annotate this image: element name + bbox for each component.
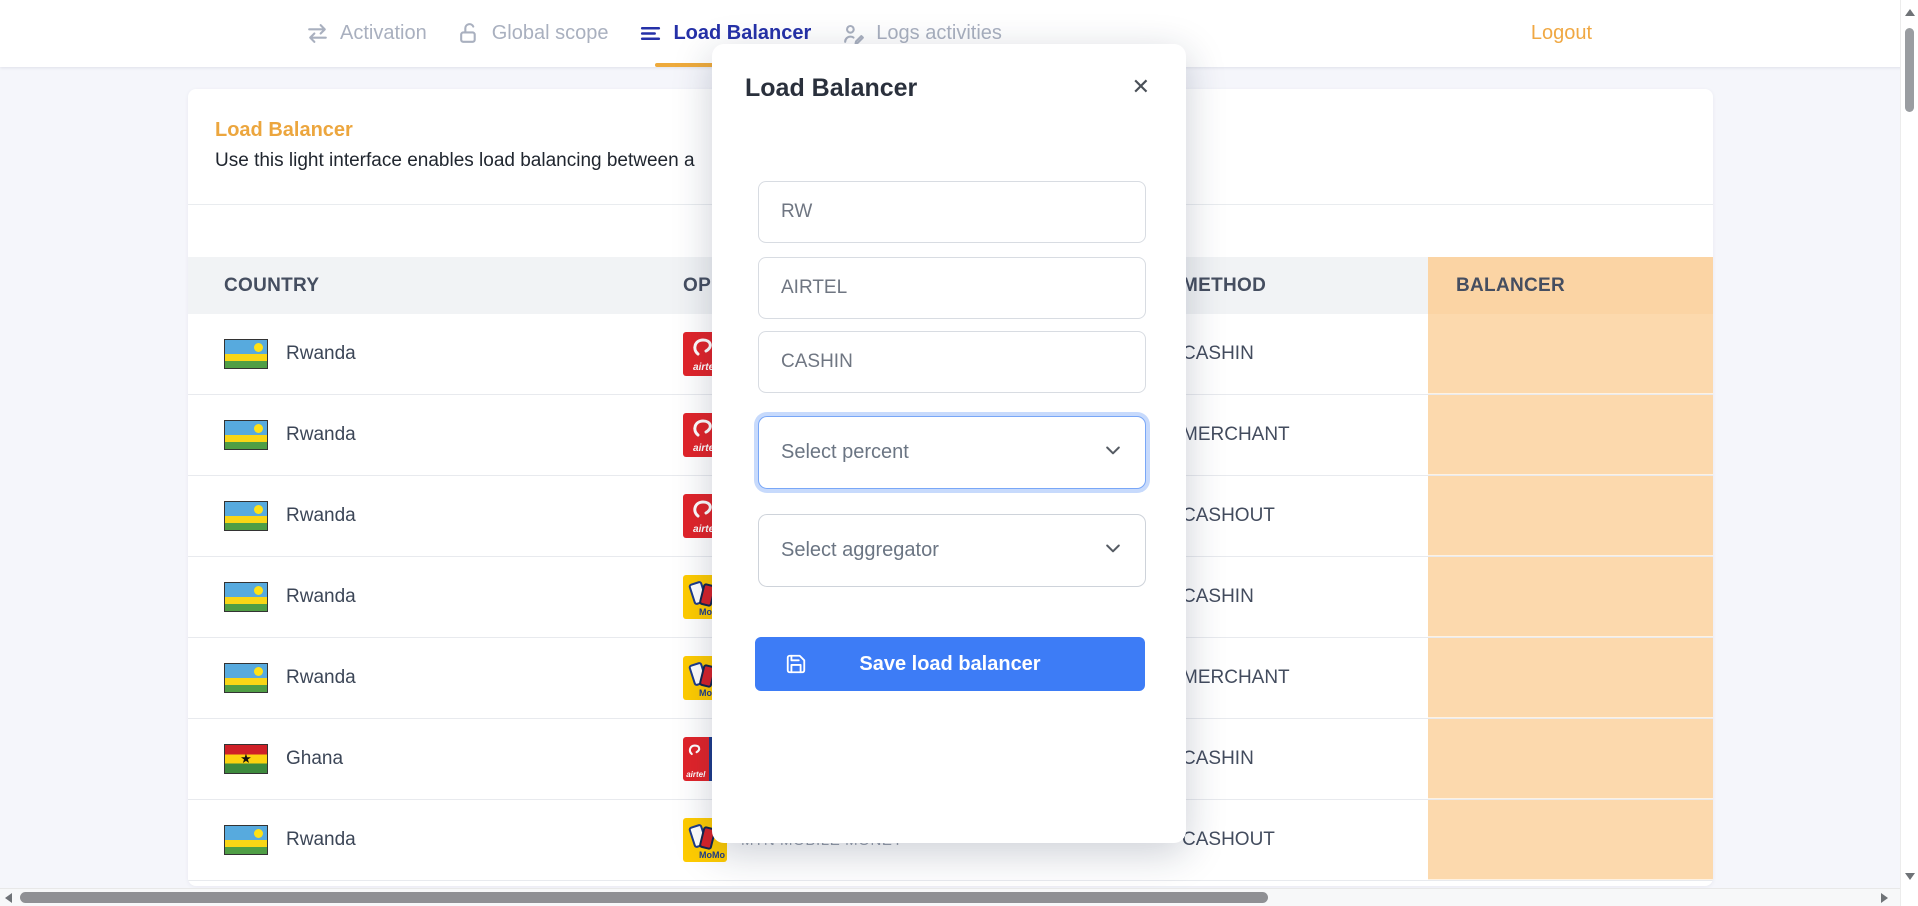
close-icon[interactable]: ✕	[1132, 76, 1150, 98]
swap-arrows-icon	[305, 21, 330, 46]
operator-field[interactable]	[758, 257, 1146, 319]
method-value: CASHOUT	[1182, 505, 1275, 527]
country-name: Rwanda	[286, 343, 356, 365]
rwanda-flag-icon	[224, 663, 268, 693]
scroll-up-icon[interactable]	[1905, 9, 1915, 16]
country-name: Rwanda	[286, 829, 356, 851]
tab-global-scope[interactable]: Global scope	[457, 21, 609, 46]
scroll-left-icon[interactable]	[5, 893, 12, 903]
app-screen: Activation Global scope Load Balancer Lo…	[0, 0, 1918, 906]
vertical-scrollbar-thumb[interactable]	[1905, 28, 1914, 112]
balancer-cell[interactable]	[1428, 476, 1713, 556]
scroll-down-icon[interactable]	[1905, 873, 1915, 880]
save-button-label: Save load balancer	[859, 653, 1040, 675]
column-header-balancer: BALANCER	[1428, 257, 1713, 314]
unlock-icon	[457, 21, 482, 46]
save-load-balancer-button[interactable]: Save load balancer	[755, 637, 1145, 691]
scroll-right-icon[interactable]	[1881, 893, 1888, 903]
balancer-cell[interactable]	[1428, 557, 1713, 637]
method-value: CASHIN	[1182, 343, 1254, 365]
percent-select[interactable]: Select percent	[758, 416, 1146, 489]
balancer-cell[interactable]	[1428, 719, 1713, 799]
balancer-cell[interactable]	[1428, 638, 1713, 718]
country-name: Ghana	[286, 748, 343, 770]
tab-load-balancer[interactable]: Load Balancer	[638, 21, 811, 46]
method-field[interactable]	[758, 331, 1146, 393]
ghana-flag-icon: ★	[224, 744, 268, 774]
modal-title: Load Balancer	[745, 74, 917, 103]
save-floppy-icon	[785, 653, 807, 675]
horizontal-scrollbar[interactable]	[0, 888, 1900, 906]
aggregator-select-placeholder: Select aggregator	[781, 539, 939, 562]
rwanda-flag-icon	[224, 825, 268, 855]
aggregator-select[interactable]: Select aggregator	[758, 514, 1146, 587]
load-balancer-modal: Load Balancer ✕ Select percent Select ag…	[712, 44, 1186, 843]
tab-label: Activation	[340, 22, 427, 45]
method-value: CASHIN	[1182, 748, 1254, 770]
balancer-cell[interactable]	[1428, 800, 1713, 880]
balancer-cell[interactable]	[1428, 314, 1713, 394]
user-edit-icon	[841, 21, 866, 46]
country-name: Rwanda	[286, 667, 356, 689]
tab-logs-activities[interactable]: Logs activities	[841, 21, 1002, 46]
rwanda-flag-icon	[224, 339, 268, 369]
tab-label: Load Balancer	[673, 22, 811, 45]
rwanda-flag-icon	[224, 582, 268, 612]
column-header-method: METHOD	[1170, 257, 1428, 314]
method-value: MERCHANT	[1182, 424, 1290, 446]
logout-link[interactable]: Logout	[1531, 0, 1592, 67]
country-code-field[interactable]	[758, 181, 1146, 243]
rwanda-flag-icon	[224, 420, 268, 450]
country-name: Rwanda	[286, 586, 356, 608]
country-name: Rwanda	[286, 424, 356, 446]
method-value: CASHOUT	[1182, 829, 1275, 851]
percent-select-placeholder: Select percent	[781, 441, 909, 464]
rwanda-flag-icon	[224, 501, 268, 531]
method-value: CASHIN	[1182, 586, 1254, 608]
balancer-cell[interactable]	[1428, 395, 1713, 475]
tab-label: Logs activities	[876, 22, 1002, 45]
vertical-scrollbar[interactable]	[1900, 0, 1918, 906]
tab-activation[interactable]: Activation	[305, 21, 427, 46]
country-name: Rwanda	[286, 505, 356, 527]
tab-label: Global scope	[492, 22, 609, 45]
column-header-country: COUNTRY	[188, 257, 665, 314]
list-lines-icon	[638, 21, 663, 46]
method-value: MERCHANT	[1182, 667, 1290, 689]
chevron-down-icon	[1103, 440, 1123, 466]
chevron-down-icon	[1103, 538, 1123, 564]
horizontal-scrollbar-thumb[interactable]	[20, 892, 1268, 903]
